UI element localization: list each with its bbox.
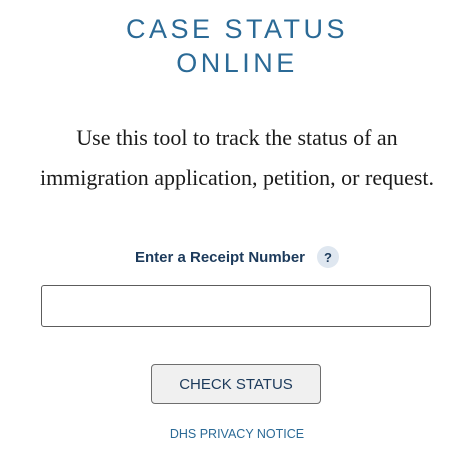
page-title: CASE STATUS ONLINE bbox=[0, 12, 474, 80]
receipt-label-row: Enter a Receipt Number ? bbox=[0, 244, 474, 270]
page-title-line-1: CASE STATUS bbox=[125, 14, 349, 44]
page-title-line-2: ONLINE bbox=[176, 48, 298, 78]
tool-description: Use this tool to track the status of an … bbox=[39, 125, 435, 190]
question-mark-icon[interactable]: ? bbox=[317, 246, 340, 268]
dhs-privacy-notice-link[interactable]: DHS PRIVACY NOTICE bbox=[0, 427, 474, 441]
receipt-number-label: Enter a Receipt Number bbox=[134, 248, 306, 266]
receipt-number-input[interactable] bbox=[41, 285, 431, 327]
check-status-button[interactable]: CHECK STATUS bbox=[151, 364, 321, 404]
